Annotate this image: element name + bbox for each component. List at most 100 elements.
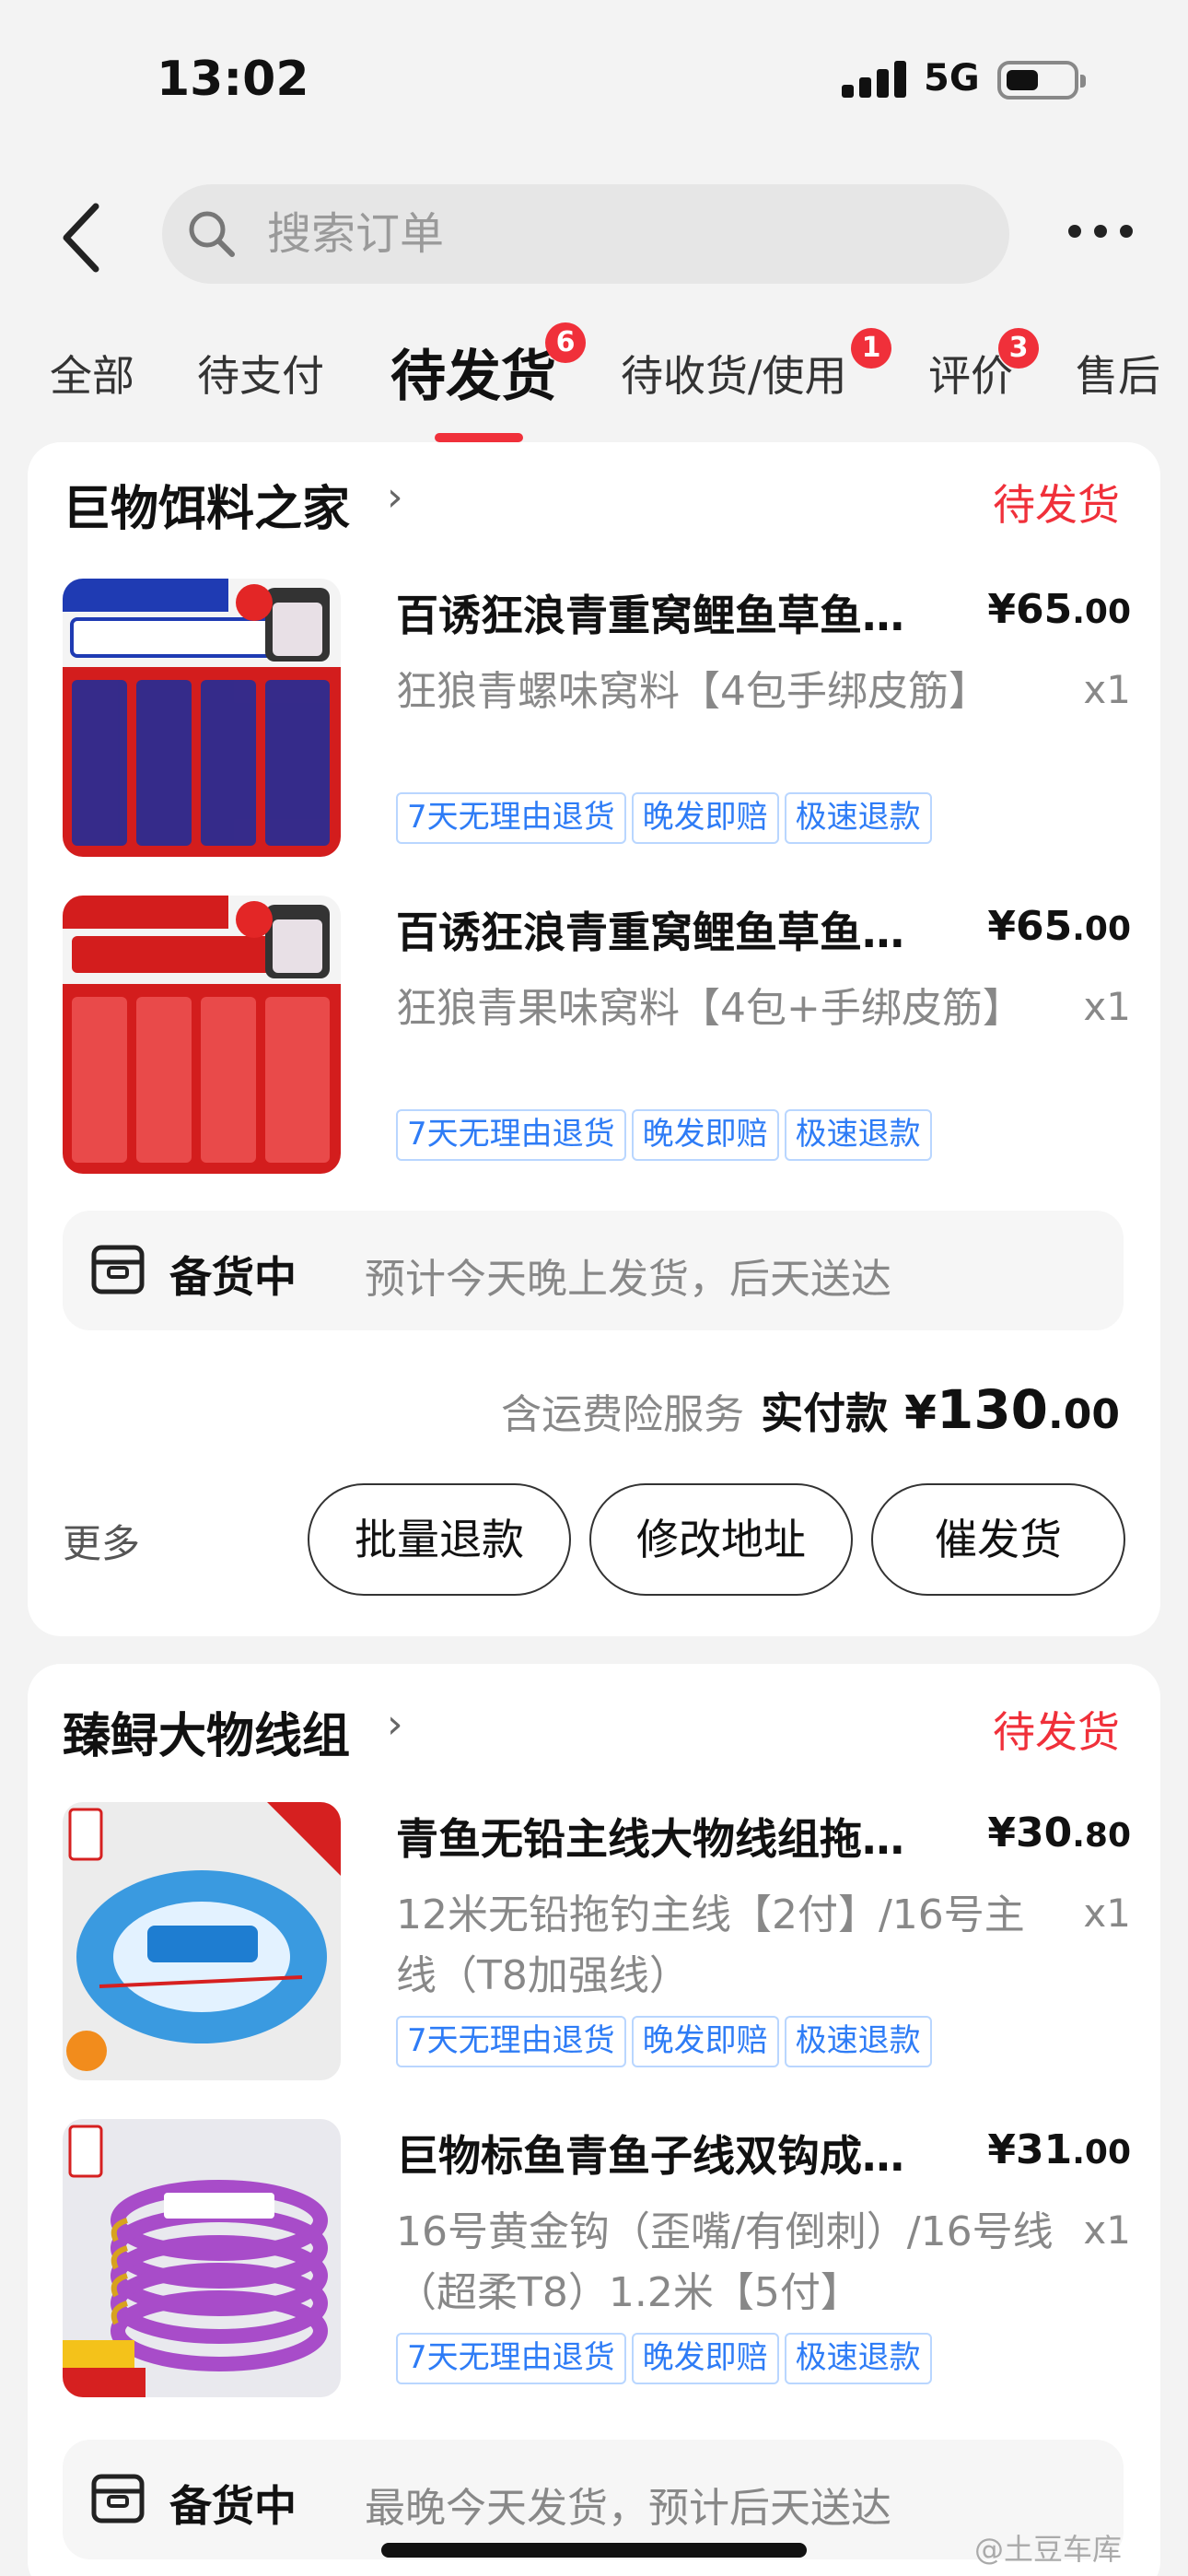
status-bar: 13:02 5G	[0, 0, 1188, 157]
price-decimal: .00	[1072, 593, 1131, 631]
package-icon	[91, 1245, 145, 1294]
tab-pending-receipt[interactable]: 待收货/使用	[621, 343, 847, 404]
tab-pending-payment[interactable]: 待支付	[197, 343, 324, 404]
product-price: ¥65.00	[987, 903, 1131, 950]
network-label: 5G	[924, 57, 980, 100]
product-title[interactable]: 青鱼无铅主线大物线组拖…	[396, 1806, 958, 1867]
total-integer: 130	[936, 1378, 1049, 1441]
total-label: 实付款	[761, 1388, 889, 1438]
product-thumbnail[interactable]	[63, 1802, 341, 2080]
order-item[interactable]: 百诱狂浪青重窝鲤鱼草鱼… ¥65.00 狂狼青果味窝料【4包+手绑皮筋】 x1 …	[63, 896, 1131, 1174]
bait-pack-image	[63, 896, 341, 1174]
status-time: 13:02	[157, 52, 309, 107]
product-title[interactable]: 百诱狂浪青重窝鲤鱼草鱼…	[396, 582, 958, 643]
chevron-left-icon	[63, 203, 99, 273]
more-link[interactable]: 更多	[63, 1513, 140, 1569]
price-integer: ¥65	[987, 903, 1073, 950]
product-title[interactable]: 百诱狂浪青重窝鲤鱼草鱼…	[396, 899, 958, 960]
more-options-icon[interactable]	[1068, 217, 1133, 245]
home-indicator[interactable]	[381, 2543, 807, 2558]
service-tags: 7天无理由退货 晚发即赔 极速退款	[396, 2333, 938, 2384]
shipping-status-bar[interactable]: 备货中 预计今天晚上发货，后天送达	[63, 1211, 1124, 1330]
service-tag: 晚发即赔	[631, 2333, 779, 2384]
product-thumbnail[interactable]	[63, 579, 341, 857]
service-tag: 极速退款	[784, 2333, 932, 2384]
search-input[interactable]	[267, 184, 967, 284]
service-tag: 极速退款	[784, 1109, 932, 1161]
product-quantity: x1	[1083, 984, 1131, 1029]
batch-refund-button[interactable]: 批量退款	[308, 1483, 571, 1596]
search-bar[interactable]	[162, 184, 1009, 284]
product-spec: 16号黄金钩（歪嘴/有倒刺）/16号线（超柔T8）1.2米【5付】	[396, 2208, 1054, 2316]
product-spec: 12米无铅拖钓主线【2付】/16号主线（T8加强线）	[396, 1891, 1025, 1999]
tab-badge: 6	[545, 322, 586, 363]
service-tag: 极速退款	[784, 792, 932, 844]
order-tabs: 全部 待支付 待发货 6 待收货/使用 1 评价 3 售后	[0, 322, 1188, 442]
search-icon	[189, 211, 235, 257]
tab-pending-shipment[interactable]: 待发货	[390, 332, 556, 412]
order-total: 含运费险服务 实付款 ¥130.00	[501, 1378, 1120, 1452]
price-decimal: .80	[1072, 1817, 1131, 1855]
service-tags: 7天无理由退货 晚发即赔 极速退款	[396, 792, 938, 844]
service-tag: 晚发即赔	[631, 2016, 779, 2067]
urge-shipment-button[interactable]: 催发货	[871, 1483, 1125, 1596]
product-spec: 狂狼青螺味窝料【4包手绑皮筋】	[396, 668, 989, 715]
prepare-label: 备货中	[169, 1252, 297, 1302]
store-name[interactable]: 臻鲟大物线组	[63, 1697, 350, 1766]
service-tag: 7天无理由退货	[396, 2333, 626, 2384]
price-integer: ¥31	[987, 2126, 1073, 2173]
service-tag: 7天无理由退货	[396, 2016, 626, 2067]
total-currency: ¥	[904, 1386, 937, 1439]
product-quantity: x1	[1083, 2207, 1131, 2253]
price-decimal: .00	[1072, 910, 1131, 948]
tab-badge: 1	[851, 328, 891, 369]
store-name[interactable]: 巨物饵料之家	[63, 470, 350, 539]
shipping-status-bar[interactable]: 备货中 最晚今天发货，预计后天送达	[63, 2440, 1124, 2559]
product-spec: 狂狼青果味窝料【4包+手绑皮筋】	[396, 985, 1023, 1032]
fishing-line-image	[63, 1802, 341, 2080]
modify-address-button[interactable]: 修改地址	[589, 1483, 853, 1596]
service-tag: 7天无理由退货	[396, 1109, 626, 1161]
product-quantity: x1	[1083, 1891, 1131, 1936]
prepare-label: 备货中	[169, 2481, 297, 2531]
tab-badge: 3	[998, 328, 1039, 369]
order-status: 待发货	[993, 480, 1120, 530]
prepare-text: 最晚今天发货，预计后天送达	[365, 2485, 891, 2532]
product-title[interactable]: 巨物标鱼青鱼子线双钩成…	[396, 2123, 958, 2184]
service-tag: 7天无理由退货	[396, 792, 626, 844]
service-tags: 7天无理由退货 晚发即赔 极速退款	[396, 1109, 938, 1161]
watermark: @土豆车库	[974, 2532, 1123, 2567]
product-price: ¥31.00	[987, 2126, 1131, 2173]
order-status: 待发货	[993, 1707, 1120, 1757]
chevron-right-icon[interactable]: ›	[387, 1701, 403, 1748]
chevron-right-icon[interactable]: ›	[387, 474, 403, 521]
signal-icon	[842, 61, 906, 98]
order-card[interactable]: 巨物饵料之家 › 待发货 百诱狂浪青重窝鲤鱼草鱼… ¥65.00 狂狼青螺味窝料…	[28, 442, 1160, 1636]
price-integer: ¥30	[987, 1809, 1073, 1856]
service-tag: 晚发即赔	[631, 792, 779, 844]
product-thumbnail[interactable]	[63, 896, 341, 1174]
product-price: ¥30.80	[987, 1809, 1131, 1856]
tab-all[interactable]: 全部	[50, 343, 134, 404]
bait-pack-image	[63, 579, 341, 857]
prepare-text: 预计今天晚上发货，后天送达	[365, 1256, 891, 1303]
product-thumbnail[interactable]	[63, 2119, 341, 2397]
package-icon	[91, 2474, 145, 2523]
order-card[interactable]: 臻鲟大物线组 › 待发货 青鱼无铅主线大物线组拖… ¥30.80 12米无铅拖钓…	[28, 1664, 1160, 2576]
shipping-insurance-note: 含运费险服务	[501, 1391, 745, 1438]
tab-after-sales[interactable]: 售后	[1076, 343, 1160, 404]
price-decimal: .00	[1072, 2134, 1131, 2172]
product-price: ¥65.00	[987, 586, 1131, 633]
service-tags: 7天无理由退货 晚发即赔 极速退款	[396, 2016, 938, 2067]
price-integer: ¥65	[987, 586, 1073, 633]
back-button[interactable]	[55, 201, 111, 275]
order-item[interactable]: 青鱼无铅主线大物线组拖… ¥30.80 12米无铅拖钓主线【2付】/16号主线（…	[63, 1802, 1131, 2080]
product-quantity: x1	[1083, 667, 1131, 712]
order-item[interactable]: 巨物标鱼青鱼子线双钩成… ¥31.00 16号黄金钩（歪嘴/有倒刺）/16号线（…	[63, 2119, 1131, 2397]
total-decimal: .00	[1048, 1391, 1120, 1438]
order-item[interactable]: 百诱狂浪青重窝鲤鱼草鱼… ¥65.00 狂狼青螺味窝料【4包手绑皮筋】 x1 7…	[63, 579, 1131, 857]
battery-icon	[997, 61, 1086, 100]
service-tag: 晚发即赔	[631, 1109, 779, 1161]
tab-active-indicator	[435, 433, 523, 442]
service-tag: 极速退款	[784, 2016, 932, 2067]
